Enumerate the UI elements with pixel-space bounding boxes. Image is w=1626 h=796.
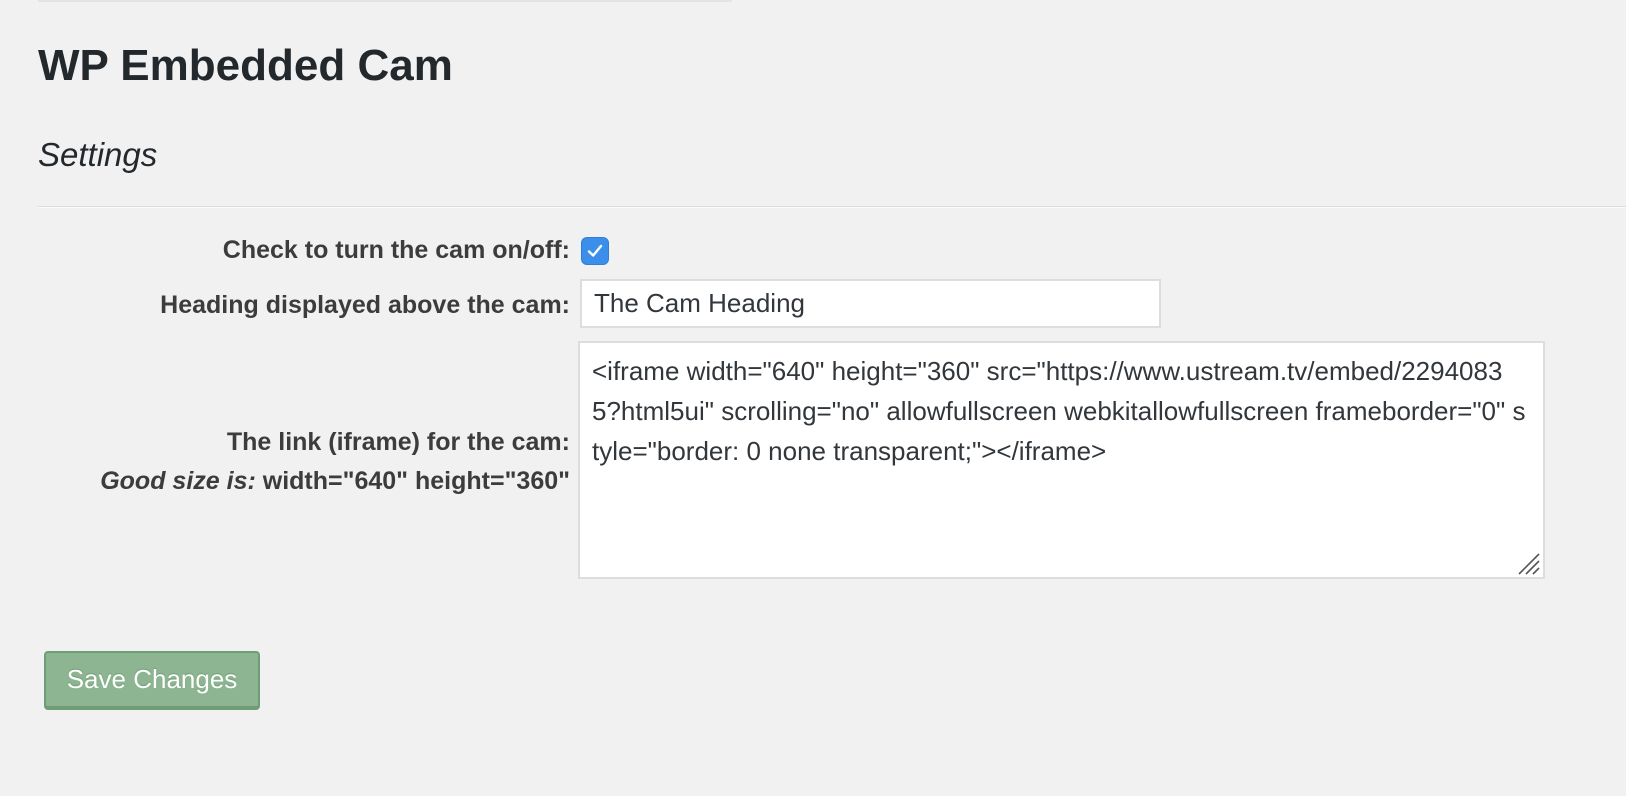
iframe-size-hint-text: width="640" height="360" xyxy=(255,467,570,495)
cam-toggle-checkbox[interactable] xyxy=(581,237,609,265)
section-divider xyxy=(38,206,1626,208)
page-title: WP Embedded Cam xyxy=(38,41,453,90)
heading-field-label: Heading displayed above the cam: xyxy=(160,291,570,319)
iframe-field-label: The link (iframe) for the cam: xyxy=(226,428,570,456)
check-icon xyxy=(587,244,603,257)
iframe-textarea[interactable]: <iframe width="640" height="360" src="ht… xyxy=(578,341,1545,579)
top-edge-divider xyxy=(38,0,732,2)
cam-toggle-label: Check to turn the cam on/off: xyxy=(222,236,570,264)
section-title: Settings xyxy=(38,136,158,173)
heading-input[interactable] xyxy=(580,279,1161,328)
iframe-size-hint: Good size is: width="640" height="360" xyxy=(100,466,570,496)
resize-grip-icon[interactable] xyxy=(1515,550,1541,576)
save-changes-button[interactable]: Save Changes xyxy=(44,651,260,708)
iframe-size-hint-emphasis: Good size is: xyxy=(100,467,256,495)
